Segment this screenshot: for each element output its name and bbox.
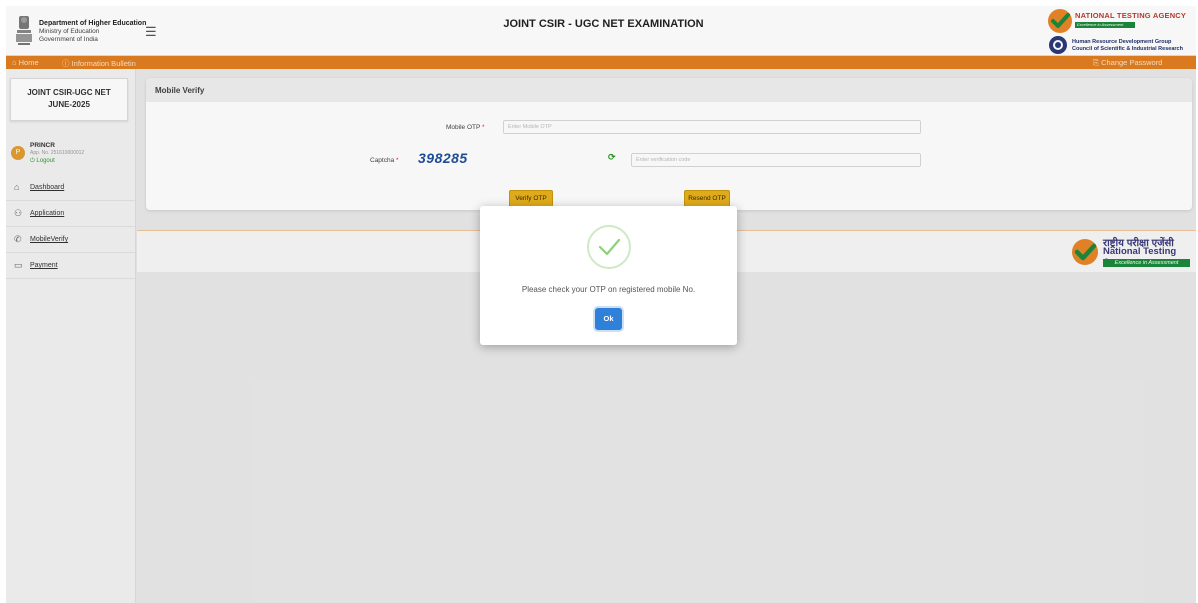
dialog-message: Please check your OTP on registered mobi… [521,285,696,294]
check-circle-icon [587,225,631,269]
modal-overlay: Please check your OTP on registered mobi… [6,6,1196,603]
otp-sent-dialog: Please check your OTP on registered mobi… [480,206,737,345]
ok-button[interactable]: Ok [595,308,622,330]
page-frame: Department of Higher Education Ministry … [6,6,1196,603]
